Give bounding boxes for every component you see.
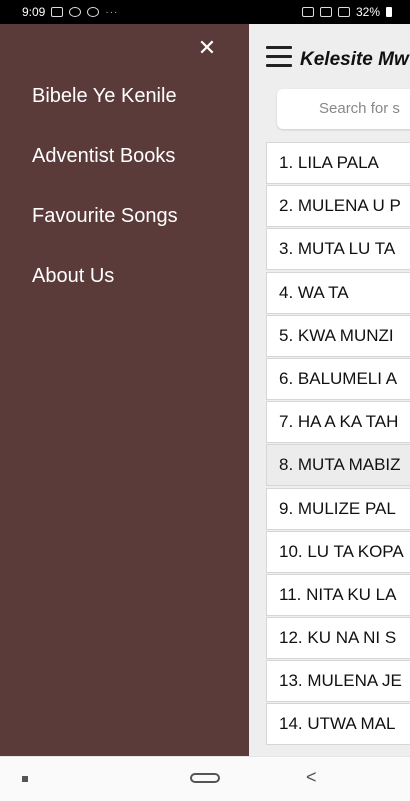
song-item[interactable]: 10. LU TA KOPA — [266, 530, 410, 573]
navigation-drawer: ✕ Bibele Ye Kenile Adventist Books Favou… — [0, 24, 249, 756]
status-time: 9:09 — [22, 5, 46, 19]
song-item[interactable]: 5. KWA MUNZI — [266, 314, 410, 357]
song-item[interactable]: 4. WA TA — [266, 271, 410, 314]
home-icon[interactable] — [190, 773, 220, 783]
key-icon — [301, 7, 314, 17]
song-item[interactable]: 14. UTWA MAL — [266, 703, 410, 746]
app-title: Kelesite Mw — [300, 49, 409, 70]
recent-apps-icon[interactable] — [22, 776, 28, 782]
close-icon[interactable]: ✕ — [196, 37, 218, 59]
back-icon[interactable]: < — [306, 768, 317, 786]
song-item[interactable]: 11. NITA KU LA — [266, 573, 410, 616]
search-input[interactable] — [317, 99, 410, 118]
battery-percentage: 32% — [355, 5, 380, 19]
drawer-menu: Bibele Ye Kenile Adventist Books Favouri… — [32, 82, 178, 322]
menu-item-favourite-songs[interactable]: Favourite Songs — [32, 202, 178, 262]
song-item[interactable]: 12. KU NA NI S — [266, 617, 410, 660]
menu-item-about-us[interactable]: About Us — [32, 262, 178, 322]
image-icon — [51, 7, 64, 17]
chat-icon — [69, 7, 82, 17]
search-box[interactable] — [277, 89, 410, 129]
battery-icon — [386, 7, 392, 17]
signal-icon — [337, 7, 350, 17]
more-notifications-icon: ··· — [105, 6, 119, 18]
status-right: 32% — [301, 5, 392, 19]
song-item[interactable]: 2. MULENA U P — [266, 185, 410, 228]
message-icon — [87, 7, 100, 17]
menu-item-adventist-books[interactable]: Adventist Books — [32, 142, 178, 202]
song-item[interactable]: 1. LILA PALA — [266, 142, 410, 184]
status-left: 9:09 ··· — [22, 5, 118, 19]
status-bar: 9:09 ··· 32% — [0, 0, 410, 24]
song-item[interactable]: 7. HA A KA TAH — [266, 401, 410, 444]
song-item[interactable]: 3. MUTA LU TA — [266, 228, 410, 271]
song-item[interactable]: 13. MULENA JE — [266, 660, 410, 703]
song-item[interactable]: 8. MUTA MABIZ — [266, 444, 410, 487]
song-list: 1. LILA PALA 2. MULENA U P 3. MUTA LU TA… — [266, 142, 410, 747]
menu-icon[interactable] — [266, 46, 292, 68]
menu-item-bible[interactable]: Bibele Ye Kenile — [32, 82, 178, 142]
song-item[interactable]: 6. BALUMELI A — [266, 357, 410, 400]
song-item[interactable]: 9. MULIZE PAL — [266, 487, 410, 530]
wifi-icon — [319, 7, 332, 17]
system-nav-bar: < — [0, 756, 410, 801]
